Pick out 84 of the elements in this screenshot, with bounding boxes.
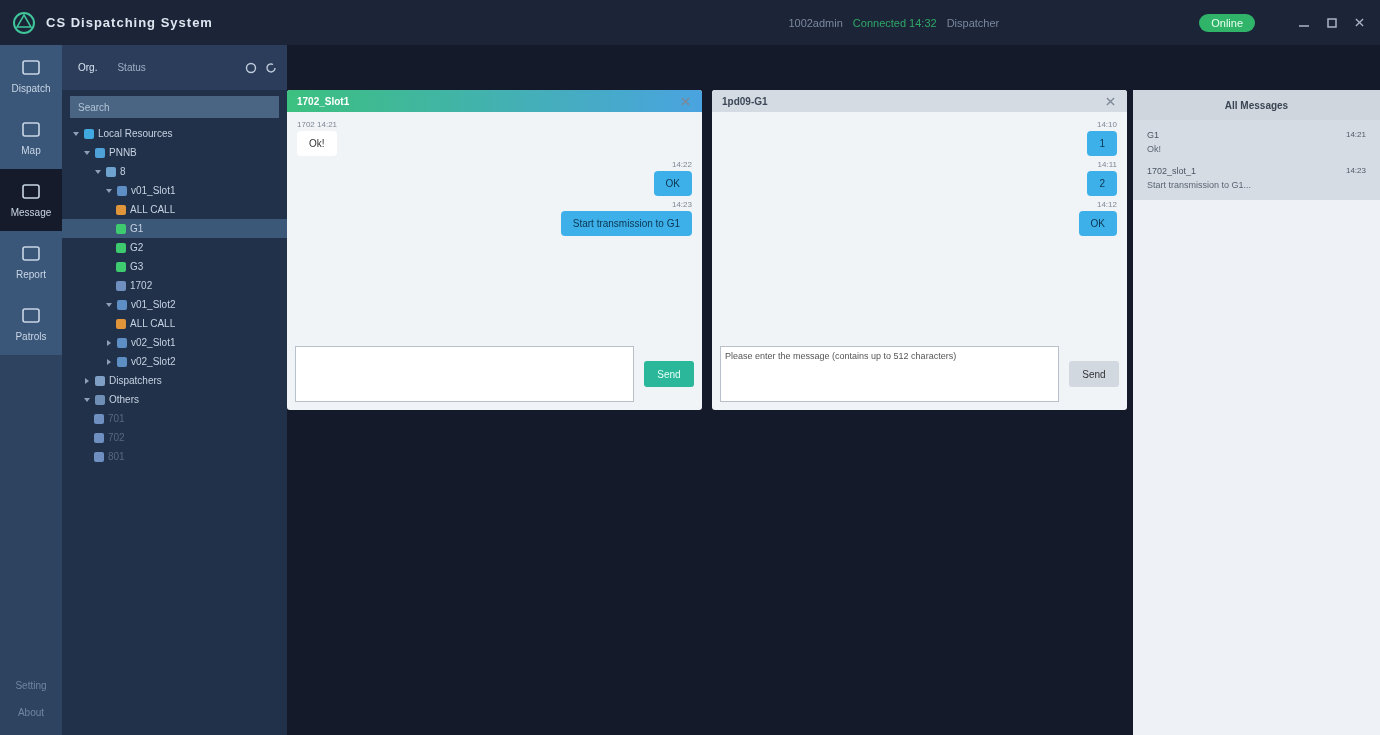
tree-node-icon xyxy=(117,185,127,196)
message-list-item[interactable]: 1702_slot_1 14:23 Start transmission to G1... xyxy=(1133,160,1380,196)
logo-icon xyxy=(12,10,36,35)
message-preview: Start transmission to G1... xyxy=(1147,180,1253,190)
tree-item[interactable]: G3 xyxy=(62,257,287,276)
tree-node-icon xyxy=(94,432,104,443)
tree-node-icon xyxy=(94,413,104,424)
message-meta: 1702 14:21 xyxy=(297,120,338,129)
nav-item[interactable]: Patrols xyxy=(0,293,62,355)
tree-node-icon xyxy=(117,299,127,310)
message-meta: 14:22 xyxy=(671,160,692,169)
tree-item[interactable]: v02_Slot1 xyxy=(62,333,287,352)
tree-item[interactable]: Local Resources xyxy=(62,124,287,143)
tree-node-icon xyxy=(84,128,94,139)
message-bubble: Ok! xyxy=(297,131,337,156)
refresh-icon[interactable] xyxy=(265,61,277,74)
tree-node-icon xyxy=(116,242,126,253)
tree-node-icon xyxy=(116,318,126,329)
message-input[interactable] xyxy=(295,346,634,402)
tree-node-icon xyxy=(116,204,126,215)
tree-item[interactable]: Others xyxy=(62,390,287,409)
tree-item[interactable]: G1 xyxy=(62,219,287,238)
nav-item[interactable]: Report xyxy=(0,231,62,293)
message-time: 14:21 xyxy=(1345,130,1366,140)
nav-item[interactable]: Dispatch xyxy=(0,45,62,107)
app-title: CS Dispatching System xyxy=(46,15,213,30)
maximize-icon xyxy=(1327,17,1337,28)
message-meta: 14:10 xyxy=(1096,120,1117,129)
caret-down-icon[interactable] xyxy=(105,186,113,195)
tree-node-icon xyxy=(116,223,126,234)
tree-node-icon xyxy=(116,261,126,272)
panel-title: All Messages xyxy=(1133,90,1380,120)
tree-node-icon xyxy=(94,451,104,462)
caret-right-icon[interactable] xyxy=(83,376,91,385)
connection-info: Connected 14:32 xyxy=(852,16,937,29)
tree-item[interactable]: PNNB xyxy=(62,143,287,162)
tree-item[interactable]: ALL CALL xyxy=(62,314,287,333)
tree-node-icon xyxy=(106,166,116,177)
nav-item[interactable]: Message xyxy=(0,169,62,231)
account-name[interactable]: Dispatcher xyxy=(946,16,1000,29)
tree-node-icon xyxy=(116,280,126,291)
send-button[interactable]: Send xyxy=(1069,361,1119,387)
close-icon[interactable] xyxy=(1355,18,1364,27)
search-icon[interactable] xyxy=(245,61,257,74)
caret-down-icon[interactable] xyxy=(83,148,91,157)
message-meta: 14:12 xyxy=(1096,200,1117,209)
message-bubble: 2 xyxy=(1087,171,1117,196)
message-bubble: Start transmission to G1 xyxy=(560,211,692,236)
tree-node-icon xyxy=(95,375,105,386)
tree-item[interactable]: 1702 xyxy=(62,276,287,295)
tree-item[interactable]: ALL CALL xyxy=(62,200,287,219)
tree-node-icon xyxy=(95,394,105,405)
tree-node-icon xyxy=(117,337,127,348)
tree-item[interactable]: G2 xyxy=(62,238,287,257)
message-input[interactable]: Please enter the message (contains up to 512 characters) xyxy=(720,346,1059,402)
message-meta: 14:23 xyxy=(671,200,692,209)
tree-node-icon xyxy=(95,147,105,158)
message-bubble: OK xyxy=(653,171,692,196)
search-field[interactable]: Search xyxy=(70,96,279,118)
caret-down-icon[interactable] xyxy=(72,129,80,138)
tree-item[interactable]: v02_Slot2 xyxy=(62,352,287,371)
user-info: 1002admin xyxy=(788,16,843,29)
caret-right-icon[interactable] xyxy=(105,357,113,366)
message-list-item[interactable]: G1 14:21 Ok! xyxy=(1133,124,1380,160)
caret-down-icon[interactable] xyxy=(94,167,102,176)
message-meta: 14:11 xyxy=(1097,160,1117,169)
caret-right-icon[interactable] xyxy=(105,338,113,347)
chat-header: 1702_Slot1 xyxy=(287,90,702,112)
minimize-icon xyxy=(1299,25,1309,27)
nav-item[interactable]: Map xyxy=(0,107,62,169)
tree-node-icon xyxy=(117,356,127,367)
message-preview: Ok! xyxy=(1147,144,1162,154)
caret-down-icon[interactable] xyxy=(105,300,113,309)
chat-header: 1pd09-G1 xyxy=(712,90,1127,112)
tree-item[interactable]: v01_Slot2 xyxy=(62,295,287,314)
tree-tab[interactable]: Status xyxy=(111,61,152,74)
tree-item[interactable]: Dispatchers xyxy=(62,371,287,390)
message-bubble: 1 xyxy=(1087,131,1117,156)
caret-down-icon[interactable] xyxy=(83,395,91,404)
tree-item[interactable]: v01_Slot1 xyxy=(62,181,287,200)
tree-item[interactable]: 8 xyxy=(62,162,287,181)
tree-tab[interactable]: Org. xyxy=(72,61,104,74)
message-time: 14:23 xyxy=(1345,166,1366,176)
message-bubble: OK xyxy=(1078,211,1117,236)
